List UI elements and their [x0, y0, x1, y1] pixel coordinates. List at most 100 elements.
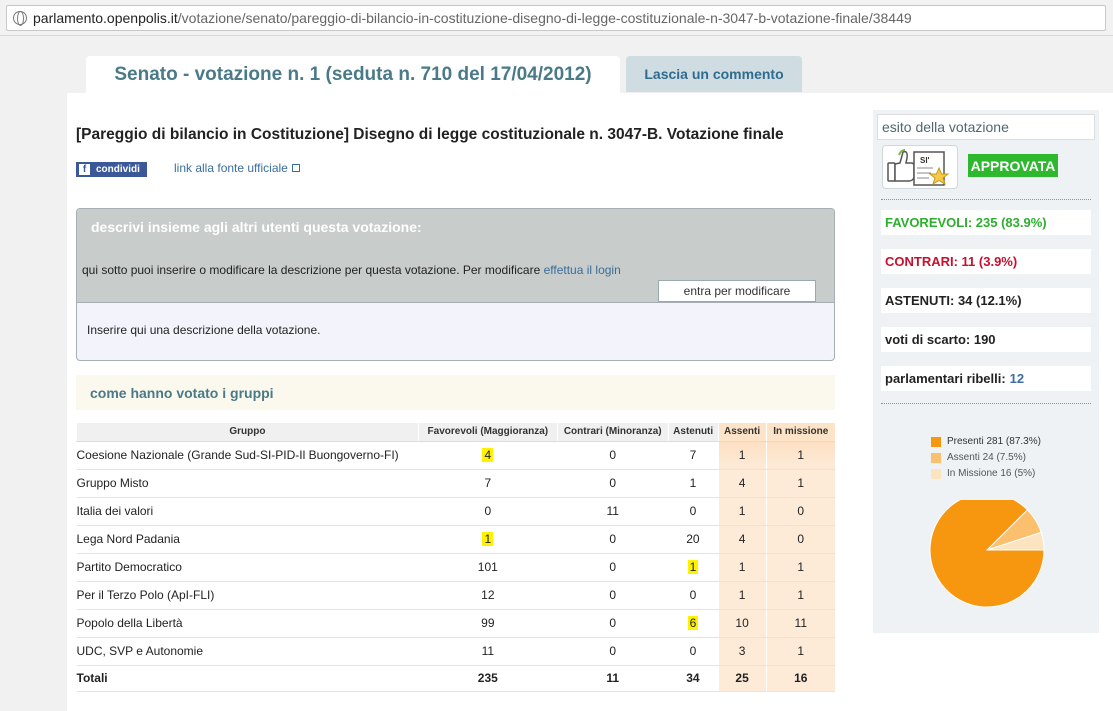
description-info: qui sotto puoi inserire o modificare la …: [82, 263, 621, 277]
table-row: Lega Nord Padania 1 0 20 4 0: [76, 525, 835, 554]
description-heading: descrivi insieme agli altri utenti quest…: [91, 219, 422, 235]
assenti-cell: 4: [717, 469, 767, 498]
edit-description-button[interactable]: entra per modificare: [658, 280, 816, 302]
assenti-cell: 1: [717, 553, 767, 582]
astenuti-cell: 0: [668, 637, 719, 666]
contrari-total: 11: [557, 665, 669, 692]
table-row: Italia dei valori 0 11 0 1 0: [76, 497, 835, 526]
totals-row: Totali 235 11 34 25 16: [76, 665, 835, 692]
assenti-cell: 1: [717, 581, 767, 610]
contrari-summary: CONTRARI: 11 (3.9%): [881, 249, 1091, 274]
table-row: Coesione Nazionale (Grande Sud-SI-PID-Il…: [76, 441, 835, 470]
group-name: Gruppo Misto: [76, 469, 419, 498]
contrari-cell: 0: [557, 581, 669, 610]
contrari-cell: 0: [557, 469, 669, 498]
legend-label: Presenti 281 (87.3%): [947, 436, 1041, 447]
favorevoli-cell: 4: [418, 441, 558, 470]
astenuti-cell: 0: [668, 581, 719, 610]
legend-label: In Missione 16 (5%): [947, 468, 1036, 479]
legend-entry: In Missione 16 (5%): [931, 466, 1041, 482]
legend-swatch: [931, 437, 941, 447]
table-row: Popolo della Libertà 99 0 6 10 11: [76, 609, 835, 638]
missione-cell: 1: [765, 553, 835, 582]
esito-heading: esito della votazione: [877, 114, 1095, 140]
legend-swatch: [931, 453, 941, 463]
astenuti-cell: 20: [668, 525, 719, 554]
group-name: Partito Democratico: [76, 553, 419, 582]
description-box: descrivi insieme agli altri utenti quest…: [76, 208, 835, 361]
favorevoli-cell: 1: [418, 525, 558, 554]
contrari-cell: 0: [557, 525, 669, 554]
assenti-cell: 1: [717, 441, 767, 470]
description-header: descrivi insieme agli altri utenti quest…: [77, 209, 834, 303]
missione-cell: 1: [765, 469, 835, 498]
astenuti-total: 34: [668, 665, 719, 692]
astenuti-cell: 1: [668, 469, 719, 498]
astenuti-cell: 7: [668, 441, 719, 470]
official-source-label: link alla fonte ufficiale: [174, 161, 288, 175]
legend-entry: Presenti 281 (87.3%): [931, 434, 1041, 450]
globe-icon: [13, 11, 27, 26]
column-header: Gruppo: [76, 423, 419, 442]
column-header: In missione: [765, 423, 835, 442]
assenti-total: 25: [717, 665, 767, 692]
assenti-cell: 10: [717, 609, 767, 638]
result-badge: APPROVATA: [968, 154, 1058, 177]
tab-vote-details[interactable]: Senato - votazione n. 1 (seduta n. 710 d…: [86, 56, 620, 93]
contrari-cell: 11: [557, 497, 669, 526]
column-header: Astenuti: [667, 423, 719, 442]
ribelli-summary[interactable]: parlamentari ribelli: 12: [881, 366, 1091, 391]
login-link[interactable]: effettua il login: [544, 263, 621, 277]
table-row: UDC, SVP e Autonomie 11 0 0 3 1: [76, 637, 835, 666]
external-link-icon: [291, 164, 300, 172]
assenti-cell: 1: [717, 497, 767, 526]
table-row: Partito Democratico 101 0 1 1 1: [76, 553, 835, 582]
legend-entry: Assenti 24 (7.5%): [931, 450, 1041, 466]
tab-leave-comment[interactable]: Lascia un commento: [626, 56, 802, 92]
contrari-cell: 0: [557, 637, 669, 666]
thumbs-up-vote-icon: SI': [882, 145, 958, 189]
url-path: /votazione/senato/pareggio-di-bilancio-i…: [177, 10, 912, 26]
icon-si-text: SI': [920, 156, 930, 165]
share-label: condividi: [96, 164, 140, 175]
votes-by-group-table: Gruppo Favorevoli (Maggioranza) Contrari…: [76, 423, 835, 692]
rebel-highlight: 1: [687, 560, 699, 574]
rebel-highlight: 1: [482, 532, 494, 546]
table-row: Gruppo Misto 7 0 1 4 1: [76, 469, 835, 498]
table-row: Per il Terzo Polo (ApI-FLI) 12 0 0 1 1: [76, 581, 835, 610]
astenuti-summary: ASTENUTI: 34 (12.1%): [881, 288, 1091, 313]
legend-label: Assenti 24 (7.5%): [947, 452, 1026, 463]
url-field[interactable]: parlamento.openpolis.it/votazione/senato…: [6, 5, 1106, 31]
favorevoli-total: 235: [418, 665, 558, 692]
official-source-link[interactable]: link alla fonte ufficiale: [174, 161, 300, 175]
ribelli-value[interactable]: 12: [1010, 371, 1024, 386]
rebel-highlight: 6: [687, 616, 699, 630]
missione-cell: 0: [765, 525, 835, 554]
favorevoli-summary: FAVOREVOLI: 235 (83.9%): [881, 210, 1091, 235]
astenuti-cell: 0: [668, 497, 719, 526]
page-title: [Pareggio di bilancio in Costituzione] D…: [76, 126, 784, 143]
favorevoli-cell: 0: [418, 497, 558, 526]
rebel-highlight: 4: [482, 448, 494, 462]
favorevoli-cell: 12: [418, 581, 558, 610]
column-header: Contrari (Minoranza): [556, 423, 669, 442]
contrari-cell: 0: [557, 609, 669, 638]
group-name: Italia dei valori: [76, 497, 419, 526]
astenuti-cell: 1: [668, 553, 719, 582]
missione-cell: 0: [765, 497, 835, 526]
facebook-icon: f: [79, 164, 90, 175]
browser-address-bar: parlamento.openpolis.it/votazione/senato…: [0, 0, 1113, 36]
group-name: UDC, SVP e Autonomie: [76, 637, 419, 666]
column-header: Favorevoli (Maggioranza): [417, 423, 558, 442]
description-placeholder: Inserire qui una descrizione della votaz…: [87, 323, 321, 337]
facebook-share-button[interactable]: f condividi: [76, 162, 147, 177]
missione-cell: 1: [765, 581, 835, 610]
ribelli-label: parlamentari ribelli:: [885, 371, 1006, 386]
missione-cell: 1: [765, 441, 835, 470]
divider: [881, 199, 1091, 200]
contrari-cell: 0: [557, 441, 669, 470]
favorevoli-cell: 11: [418, 637, 558, 666]
group-name: Popolo della Libertà: [76, 609, 419, 638]
url-host: parlamento.openpolis.it: [33, 10, 178, 26]
contrari-cell: 0: [557, 553, 669, 582]
